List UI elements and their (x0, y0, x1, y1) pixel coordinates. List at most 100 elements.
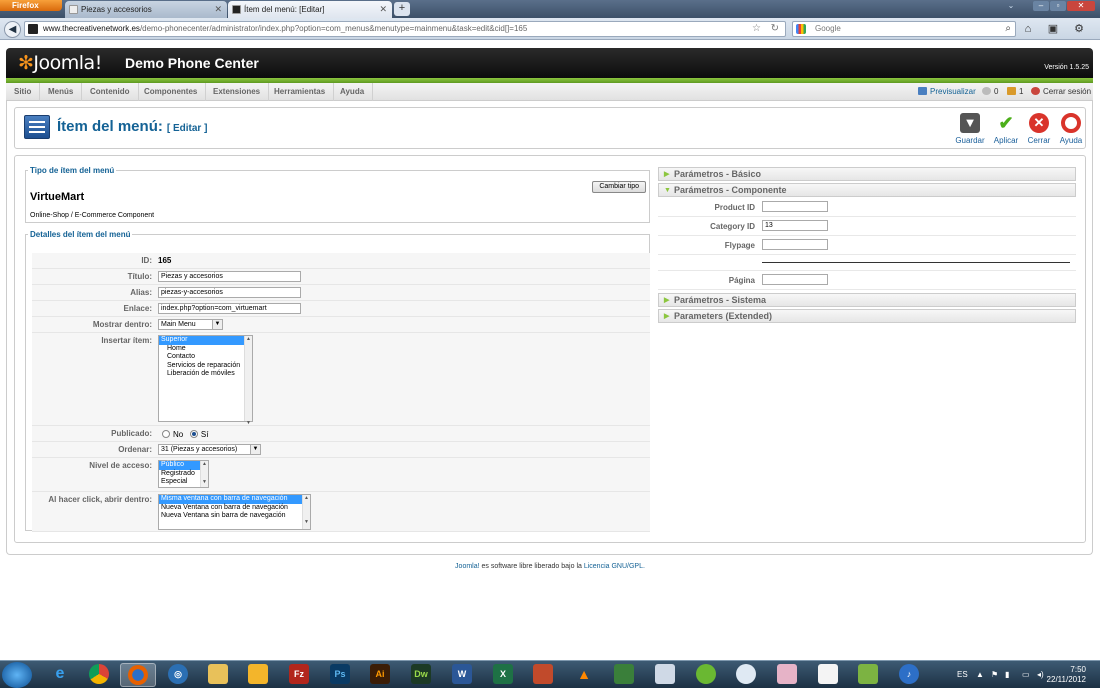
params-basic-header[interactable]: ▶ Parámetros - Básico (658, 167, 1076, 181)
published-no-radio[interactable] (162, 430, 170, 438)
access-level-listbox[interactable]: Público Registrado Especial ▲ ▼ (158, 460, 209, 488)
menu-extensiones[interactable]: Extensiones (205, 83, 270, 101)
preview-link[interactable]: Previsualizar (918, 83, 976, 101)
scrollbar[interactable]: ▲ ▼ (302, 495, 310, 529)
category-id-input[interactable]: 13 (762, 220, 828, 231)
users-count[interactable]: 1 (1007, 83, 1023, 101)
new-tab-button[interactable]: + (394, 2, 410, 16)
bookmark-star-icon[interactable]: ☆ (752, 22, 761, 36)
app-circle-icon[interactable] (728, 663, 764, 687)
save-button[interactable]: ▼ Guardar (953, 113, 987, 147)
logout-link[interactable]: Cerrar sesión (1031, 83, 1091, 101)
home-icon[interactable]: ⌂ (1019, 21, 1037, 37)
url-bar[interactable]: www.thecreativenetwork.es/demo-phonecent… (24, 21, 786, 37)
browser-tab-item-menu[interactable]: Ítem del menú: [Editar] ✕ (228, 1, 392, 18)
app-green-icon[interactable] (606, 663, 642, 687)
start-button[interactable] (2, 662, 32, 688)
license-link[interactable]: Licencia GNU/GPL. (584, 563, 645, 570)
language-indicator[interactable]: ES (957, 661, 968, 688)
close-window-button[interactable]: ✕ (1067, 1, 1095, 11)
network-icon[interactable]: ◎ (160, 663, 196, 687)
list-item[interactable]: Servicios de reparación (159, 362, 252, 371)
tray-flag-icon[interactable]: ⚑ (991, 661, 998, 688)
alias-input[interactable]: piezas-y-accesorios (158, 287, 301, 298)
params-system-header[interactable]: ▶ Parámetros - Sistema (658, 293, 1076, 307)
menu-menus[interactable]: Menús (40, 83, 83, 101)
close-button[interactable]: ✕ Cerrar (1022, 113, 1056, 147)
filezilla-icon[interactable]: Fz (281, 663, 317, 687)
addon-icon[interactable]: ▣ (1044, 21, 1062, 37)
order-select[interactable]: 31 (Piezas y accesorios) ▼ (158, 444, 261, 455)
app-flag-icon[interactable] (850, 663, 886, 687)
vlc-icon[interactable]: ▲ (566, 663, 602, 687)
access-label: Nivel de acceso: (89, 461, 152, 470)
show-hidden-icons[interactable]: ▲ (976, 661, 984, 688)
click-target-listbox[interactable]: Misma ventana con barra de navegación Nu… (158, 494, 311, 530)
help-label: Ayuda (1059, 136, 1083, 145)
change-type-button[interactable]: Cambiar tipo (592, 181, 646, 193)
photoshop-icon[interactable]: Ps (322, 663, 358, 687)
close-tab-icon[interactable]: ✕ (379, 1, 387, 18)
title-input[interactable]: Piezas y accesorios (158, 271, 301, 282)
list-item[interactable]: Superior (159, 336, 252, 345)
menu-componentes[interactable]: Componentes (136, 83, 207, 101)
insert-item-listbox[interactable]: Superior Home Contacto Servicios de repa… (158, 335, 253, 426)
search-field[interactable]: Google ⌕ (792, 21, 1016, 37)
joomla-link[interactable]: Joomla! (455, 563, 480, 570)
list-item[interactable]: Home (159, 345, 252, 354)
firefox-menu-button[interactable]: Firefox (0, 0, 62, 11)
chrome-icon[interactable] (81, 663, 117, 687)
close-tab-icon[interactable]: ✕ (214, 1, 222, 18)
menu-sitio[interactable]: Sitio (6, 83, 41, 101)
illustrator-icon[interactable]: Ai (362, 663, 398, 687)
list-item[interactable]: Contacto (159, 353, 252, 362)
users-value: 1 (1019, 87, 1024, 96)
link-input[interactable]: index.php?option=com_virtuemart (158, 303, 301, 314)
help-button[interactable]: Ayuda (1054, 113, 1088, 147)
menu-chevron-icon[interactable]: ⌄ (1005, 1, 1017, 11)
list-item[interactable]: Liberación de móviles (159, 370, 252, 379)
scrollbar[interactable]: ▲ ▼ (200, 461, 208, 487)
display-icon[interactable]: ▭ (1022, 661, 1030, 688)
spotify-icon[interactable] (688, 663, 724, 687)
system-clock[interactable]: 7:50 22/11/2012 (1047, 665, 1086, 685)
back-arrow-icon[interactable]: ◀ (4, 21, 21, 38)
maximize-button[interactable]: ▫ (1050, 1, 1066, 11)
dreamweaver-icon[interactable]: Dw (403, 663, 439, 687)
excel-icon[interactable]: X (485, 663, 521, 687)
list-item[interactable]: Nueva Ventana sin barra de navegación (159, 512, 310, 521)
browser-tab-piezas[interactable]: Piezas y accesorios ✕ (65, 1, 227, 18)
scrollbar[interactable]: ▲ ▼ (244, 336, 252, 426)
params-component-header[interactable]: ▼ Parámetros - Componente (658, 183, 1076, 197)
app-yellow-icon[interactable] (240, 663, 276, 687)
app-doc-icon[interactable] (810, 663, 846, 687)
search-icon[interactable]: ⌕ (1005, 22, 1011, 36)
page-input[interactable] (762, 274, 828, 285)
list-item[interactable]: Nueva Ventana con barra de navegación (159, 504, 310, 513)
app-red-icon[interactable] (525, 663, 561, 687)
folder-icon[interactable] (200, 663, 236, 687)
list-item[interactable]: Misma ventana con barra de navegación (159, 495, 310, 504)
messages-count[interactable]: 0 (982, 83, 998, 101)
menu-ayuda[interactable]: Ayuda (332, 83, 374, 101)
show-in-select[interactable]: Main Menu ▼ (158, 319, 223, 330)
menu-herramientas[interactable]: Herramientas (266, 83, 335, 101)
firefox-icon[interactable] (120, 663, 156, 687)
tools-icon[interactable]: ⚙ (1070, 21, 1088, 37)
network-signal-icon[interactable]: ▮ (1005, 661, 1009, 688)
notepad-icon[interactable] (647, 663, 683, 687)
word-icon[interactable]: W (444, 663, 480, 687)
params-extended-header[interactable]: ▶ Parameters (Extended) (658, 309, 1076, 323)
product-id-input[interactable] (762, 201, 828, 212)
url-path: /demo-phonecenter/administrator/index.ph… (139, 24, 528, 33)
published-yes-radio[interactable] (189, 430, 198, 438)
menu-contenido[interactable]: Contenido (82, 83, 139, 101)
flypage-input[interactable] (762, 239, 828, 250)
internet-explorer-icon[interactable]: e (42, 663, 78, 687)
app-pink-icon[interactable] (769, 663, 805, 687)
itunes-icon[interactable]: ♪ (891, 663, 927, 687)
apply-button[interactable]: ✔ Aplicar (989, 113, 1023, 147)
volume-icon[interactable]: ◂) (1037, 661, 1044, 688)
minimize-button[interactable]: – (1033, 1, 1049, 11)
reload-icon[interactable]: ↻ (771, 22, 779, 36)
